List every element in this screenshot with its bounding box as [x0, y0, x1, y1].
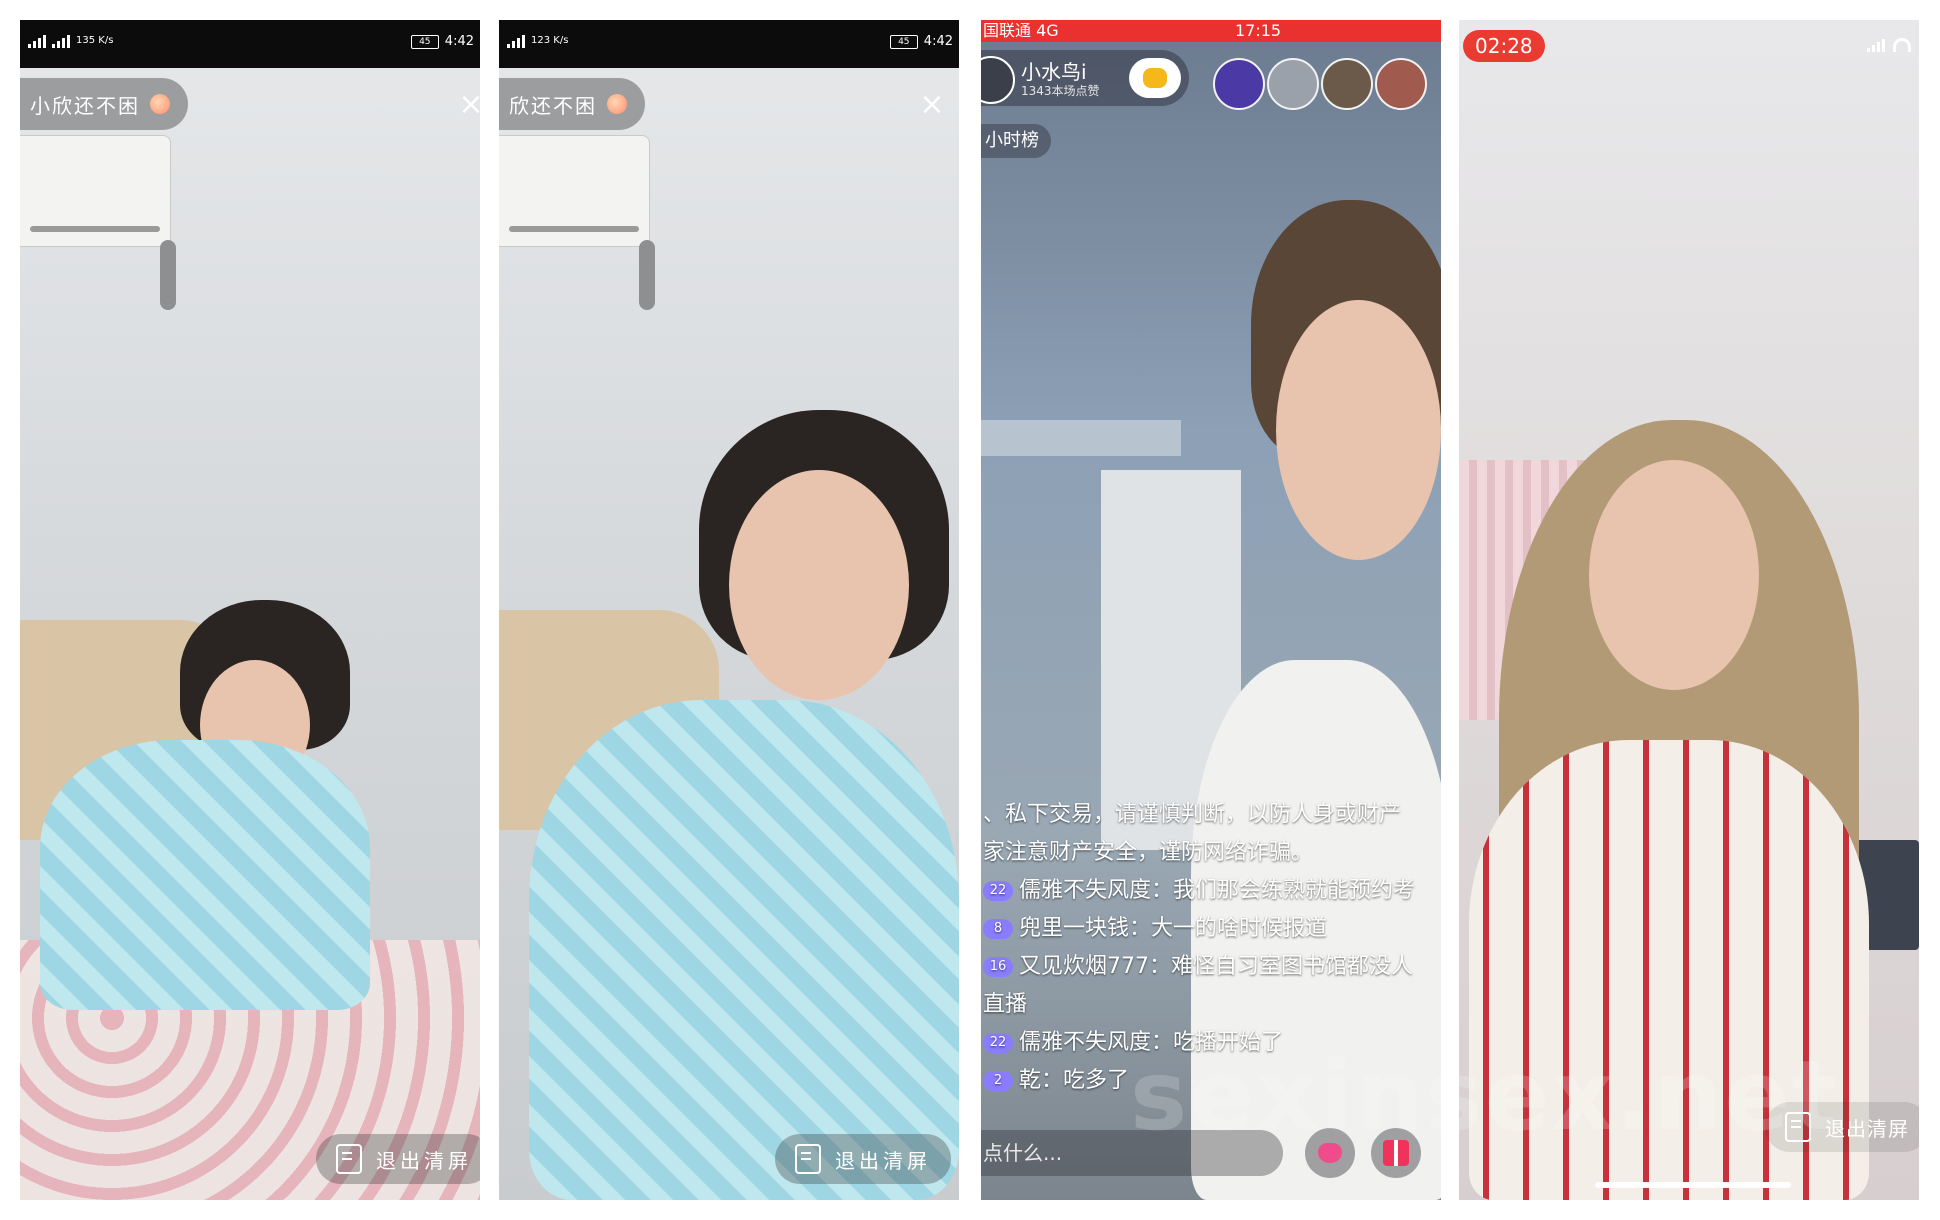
streamer-pill[interactable]: 欣还不困 [499, 78, 645, 130]
chat-line: 直播 [981, 986, 1441, 1024]
signal-icon [507, 34, 525, 48]
follow-button[interactable] [1129, 58, 1181, 98]
battery-icon: 45 [889, 34, 918, 49]
exit-clean-screen-button[interactable]: 退出清屏 [316, 1134, 480, 1184]
level-badge: 22 [983, 881, 1013, 901]
chat-text: 家注意财产安全，谨防网络诈骗。 [983, 840, 1314, 865]
viewer-avatar[interactable] [1267, 58, 1319, 110]
level-badge: 22 [983, 1033, 1013, 1053]
wifi-icon [1893, 38, 1911, 52]
network-speed: 135 K/s [76, 35, 114, 46]
streamer-pill[interactable]: 小欣还不困 [20, 78, 188, 130]
chat-line: 16 又见炊烟777：难怪自习室图书馆都没人 [981, 948, 1441, 986]
host-info[interactable]: 小水鸟i 1343本场点赞 [981, 50, 1189, 106]
clock: 4:42 [444, 34, 474, 49]
streamer-face [1276, 300, 1441, 560]
chat-line: 22 儒雅不失风度：我们那会练熟就能预约考 [981, 872, 1441, 910]
status-bar: 123 K/s 45 4:42 [499, 20, 959, 68]
home-indicator[interactable] [1595, 1182, 1791, 1188]
viewer-avatar[interactable] [1213, 58, 1265, 110]
livestream-screenshot-2: 123 K/s 45 4:42 欣还不困 × 退出清屏 [499, 20, 959, 1200]
livestream-screenshot-4: 02:28 退出清屏 [1459, 20, 1919, 1200]
air-conditioner [20, 135, 171, 247]
chat-text: 兜里一块钱：大一的啥时候报道 [1019, 916, 1328, 941]
exit-label: 退出清屏 [835, 1148, 931, 1173]
chat-line: 、私下交易，请谨慎判断，以防人身或财产 [981, 796, 1441, 834]
livestream-screenshot-1: 135 K/s 45 4:42 小欣还不困 × 退出清屏 [20, 20, 480, 1200]
status-bar: 135 K/s 45 4:42 [20, 20, 480, 68]
chat-text: 直播 [983, 992, 1028, 1017]
host-likes: 1343本场点赞 [1021, 84, 1100, 98]
close-icon[interactable]: × [917, 90, 947, 120]
exit-label: 退出清屏 [376, 1148, 472, 1173]
recording-time: 02:28 [1463, 30, 1545, 62]
host-avatar[interactable] [981, 56, 1015, 104]
chat-text: 又见炊烟777：难怪自习室图书馆都没人 [1019, 954, 1413, 979]
signal-icon [52, 34, 70, 48]
exit-icon [795, 1144, 821, 1174]
bunk-bed-rail [981, 420, 1181, 456]
exit-icon [336, 1144, 362, 1174]
battery-icon: 45 [410, 34, 439, 49]
streamer-face [1589, 460, 1759, 690]
ac-pipe [639, 240, 655, 310]
air-conditioner [499, 135, 650, 247]
streamer-face [729, 470, 909, 700]
chat-line: 8 兜里一块钱：大一的啥时候报道 [981, 910, 1441, 948]
level-badge: 2 [983, 1071, 1013, 1091]
chat-text: 乾：吃多了 [1019, 1068, 1130, 1093]
close-icon[interactable]: × [456, 90, 480, 120]
level-badge: 16 [983, 957, 1013, 977]
clock: 4:42 [923, 34, 953, 49]
streamer-name: 欣还不困 [509, 93, 597, 118]
host-name: 小水鸟i [1021, 60, 1087, 84]
chat-text: 、私下交易，请谨慎判断，以防人身或财产 [983, 802, 1402, 827]
streamer-pajamas [40, 740, 370, 1010]
ac-pipe [160, 240, 176, 310]
status-icons [1867, 38, 1911, 52]
signal-icon [28, 34, 46, 48]
status-bar: 国联通 4G 17:15 [981, 20, 1441, 42]
clock: 17:15 [1235, 21, 1282, 40]
watermark: sexinsex.net [1130, 1040, 1840, 1152]
chat-text: 儒雅不失风度：我们那会练熟就能预约考 [1019, 878, 1416, 903]
hour-rank-button[interactable]: 小时榜 [981, 124, 1051, 158]
chat-line: 家注意财产安全，谨防网络诈骗。 [981, 834, 1441, 872]
peach-icon [607, 94, 627, 114]
streamer-pajamas [529, 700, 959, 1200]
level-badge: 8 [983, 919, 1013, 939]
streamer-name: 小欣还不困 [30, 93, 140, 118]
viewer-avatar[interactable] [1375, 58, 1427, 110]
peach-icon [150, 94, 170, 114]
livestream-screenshot-3: 国联通 4G 17:15 小水鸟i 1343本场点赞 小时榜 、私下交易，请谨慎… [981, 20, 1441, 1200]
exit-clean-screen-button[interactable]: 退出清屏 [775, 1134, 951, 1184]
signal-icon [1867, 38, 1885, 52]
viewer-avatar[interactable] [1321, 58, 1373, 110]
network-speed: 123 K/s [531, 35, 569, 46]
carrier: 国联通 4G [983, 21, 1059, 40]
